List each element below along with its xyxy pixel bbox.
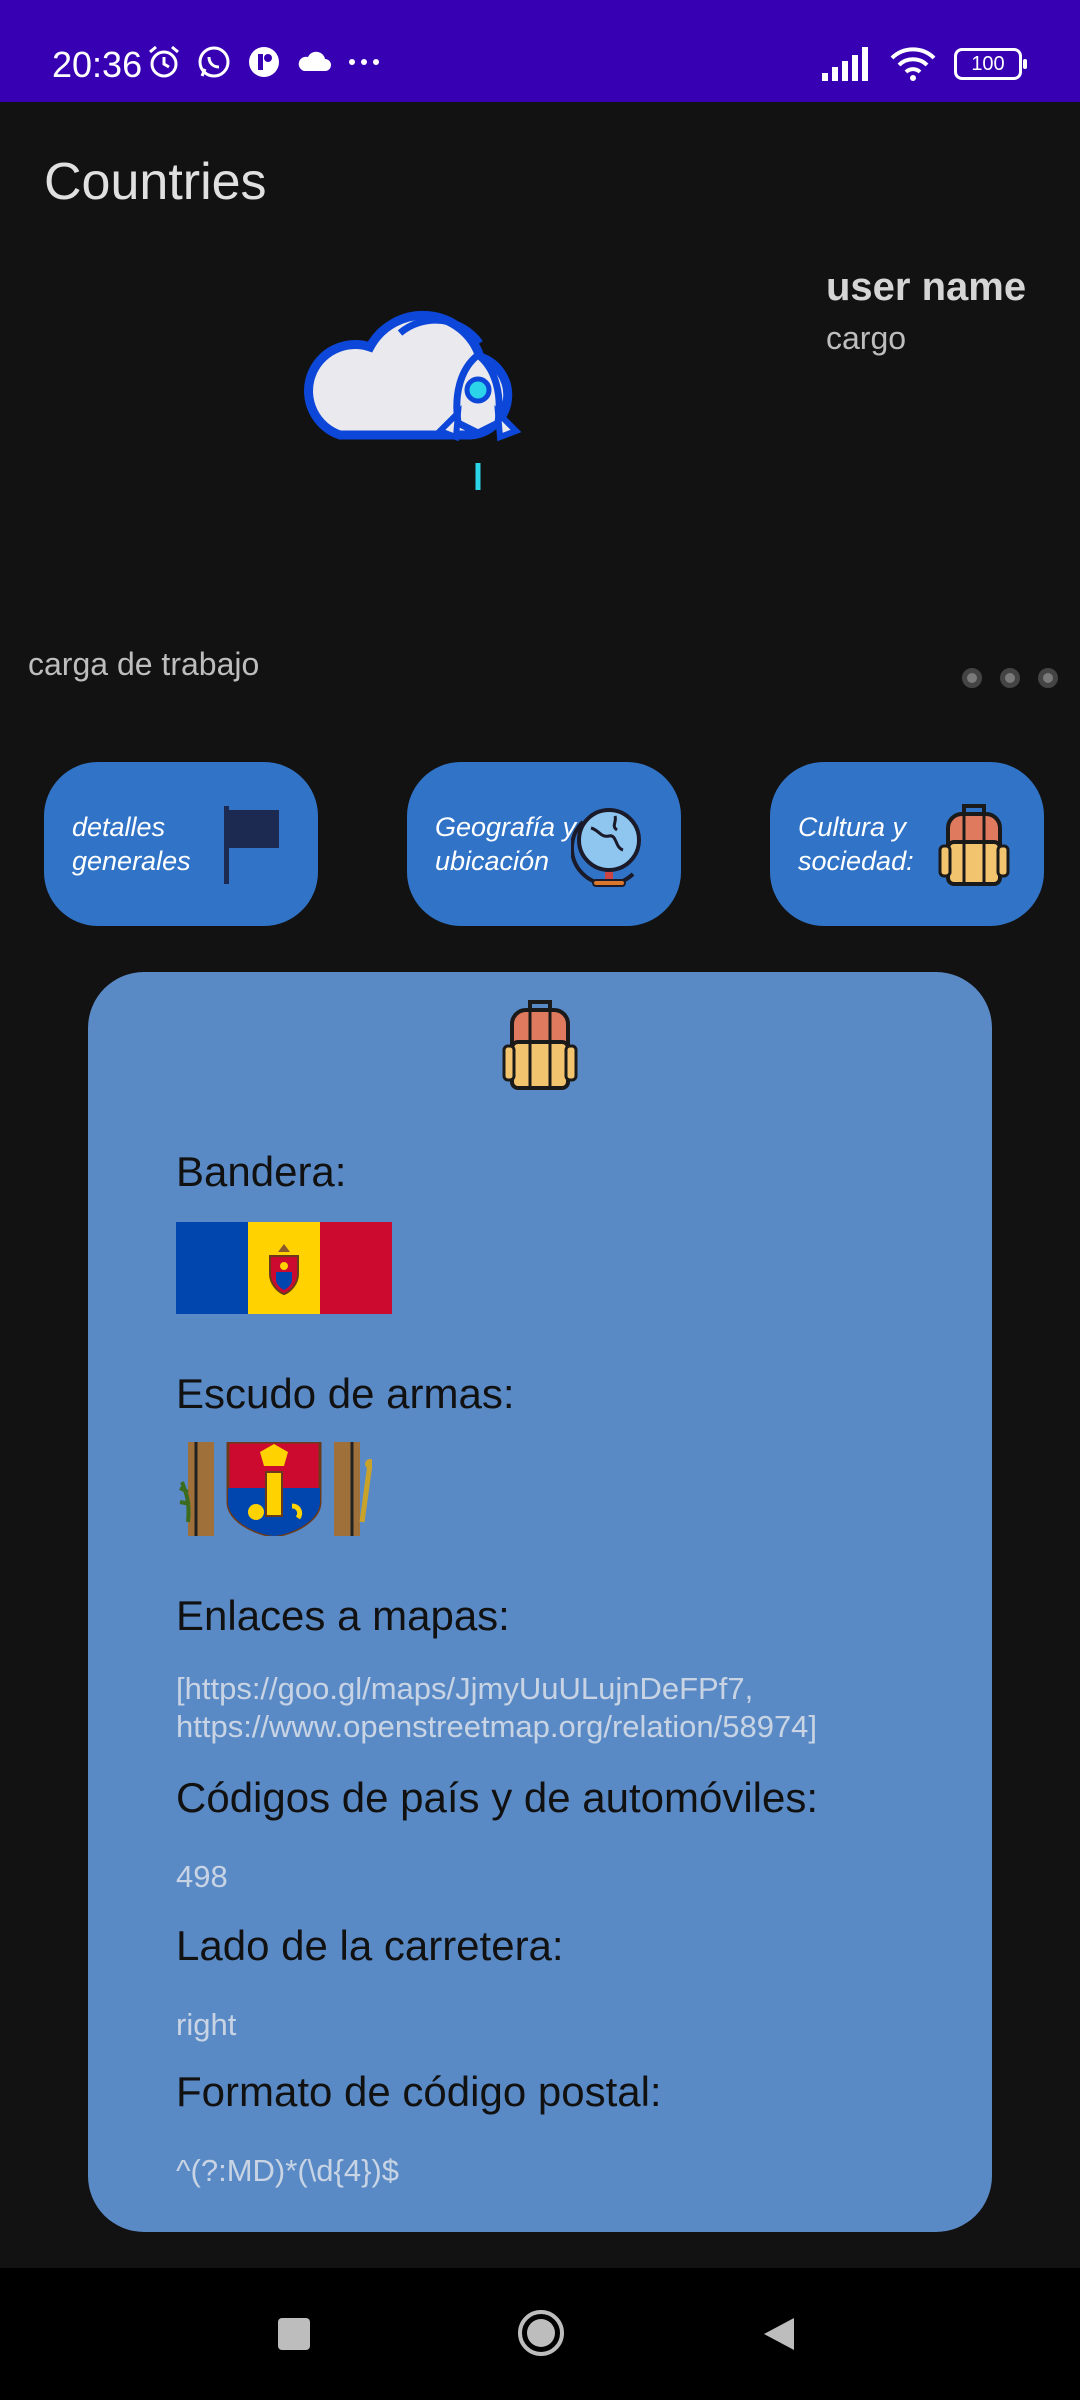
workload-label: carga de trabajo xyxy=(28,646,260,682)
page-dot[interactable] xyxy=(1038,668,1058,688)
country-codes-label: Códigos de país y de automóviles: xyxy=(176,1774,819,1821)
page-dot[interactable] xyxy=(962,668,982,688)
status-bar: 20:36 100 xyxy=(0,0,1080,102)
cloud-icon xyxy=(298,51,331,71)
battery-level: 100 xyxy=(971,52,1005,75)
postal-format-value: ^(?:MD)*(\d{4})$ xyxy=(176,2153,400,2188)
status-icons-left xyxy=(146,44,382,80)
globe-icon xyxy=(571,808,641,887)
page-title: Countries xyxy=(44,153,267,211)
flag-stripe-red xyxy=(320,1222,392,1314)
flag-icon xyxy=(224,806,279,884)
flag-stripe-blue xyxy=(176,1222,248,1314)
country-flag-image xyxy=(176,1222,392,1314)
battery-icon: 100 xyxy=(954,48,1027,80)
alarm-icon xyxy=(149,45,179,78)
page-dot[interactable] xyxy=(1000,668,1020,688)
page-indicator[interactable] xyxy=(962,668,1058,688)
flag-stripe-yellow xyxy=(248,1222,320,1314)
status-time: 20:36 xyxy=(52,44,143,85)
road-side-value: right xyxy=(176,2007,237,2042)
flag-label: Bandera: xyxy=(176,1148,347,1195)
postal-format-label: Formato de código postal: xyxy=(176,2068,662,2115)
user-name: user name xyxy=(826,265,1027,309)
recents-button[interactable] xyxy=(276,2316,312,2352)
more-icon xyxy=(349,59,379,65)
country-details-card: Bandera: Escudo de armas: Enlaces a mapa… xyxy=(88,972,992,2232)
coat-of-arms-label: Escudo de armas: xyxy=(176,1370,515,1417)
user-role: cargo xyxy=(826,320,907,356)
back-button[interactable] xyxy=(760,2314,800,2354)
coat-of-arms-image xyxy=(179,1442,372,1536)
geography-button[interactable]: Geografía y ubicación xyxy=(407,762,681,926)
cloud-rocket-logo xyxy=(304,310,522,490)
map-links-label: Enlaces a mapas: xyxy=(176,1592,510,1639)
culture-society-button[interactable]: Cultura y sociedad: xyxy=(770,762,1044,926)
status-icons-right: 100 xyxy=(822,46,1027,82)
signal-icon xyxy=(822,47,868,81)
app-icon xyxy=(249,47,279,77)
map-links-value[interactable]: [https://goo.gl/maps/JjmyUuULujnDeFPf7, … xyxy=(176,1670,936,1746)
country-codes-value: 498 xyxy=(176,1859,228,1894)
home-button[interactable] xyxy=(516,2308,566,2358)
navigation-bar xyxy=(0,2268,1080,2400)
general-details-button[interactable]: detalles generales xyxy=(44,762,318,926)
road-side-label: Lado de la carretera: xyxy=(176,1922,564,1969)
wifi-icon xyxy=(890,47,936,81)
backpack-icon xyxy=(938,804,1010,886)
flag-emblem xyxy=(269,1244,299,1296)
whatsapp-icon xyxy=(198,46,230,78)
backpack-icon xyxy=(502,1000,578,1090)
